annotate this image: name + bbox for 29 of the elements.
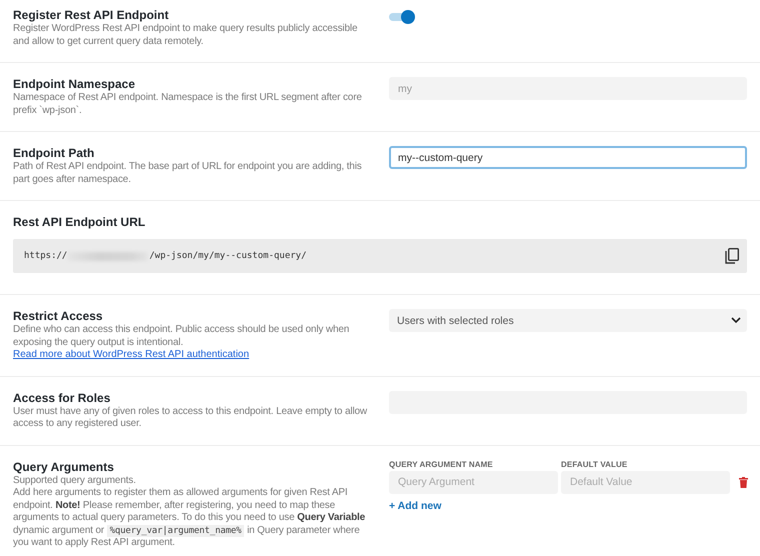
column-header: DEFAULT VALUE — [561, 460, 628, 468]
setting-title: Register Rest API Endpoint — [13, 8, 170, 23]
add-new-button[interactable]: + Add new — [389, 500, 442, 512]
setting-title: Endpoint Namespace — [13, 77, 136, 92]
toggle-switch[interactable] — [389, 10, 415, 24]
column-header: QUERY ARGUMENT NAME — [389, 460, 494, 468]
text-field[interactable]: Query Argument — [389, 470, 558, 494]
setting-description: Path of Rest API endpoint. The base part of URL for endpoint you are adding, this part goes after namespace. — [13, 161, 363, 186]
url-text: /wp-json/my/my--custom-query/ — [149, 251, 306, 261]
auth-link[interactable]: Read more about WordPress Rest API authentication — [13, 349, 250, 362]
setting-description: Register WordPress Rest API endpoint to make query results publicly accessible and allow to get current query data remotely. — [13, 23, 358, 48]
roles-dropdown[interactable]: Users with selected roles — [389, 309, 747, 332]
setting-title: Rest API Endpoint URL — [13, 215, 146, 230]
setting-description: Add here arguments to register them as allowed arguments for given Rest API endpoint. Note! Please remember, after registering, you need to map these arguments to actual query parameters. To do this you need to use Query Variable dynamic argument or %query_var|argument_name% in Query parameter where you want to apply Rest API argument. — [13, 487, 366, 550]
setting-title: Restrict Access — [13, 309, 104, 324]
setting-title: Query Arguments — [13, 460, 115, 474]
setting-title: Access for Roles — [13, 390, 112, 406]
setting-title: Endpoint Path — [13, 146, 96, 161]
trash-icon[interactable] — [738, 476, 748, 488]
setting-description: Supported query arguments. — [13, 474, 137, 487]
setting-description: Namespace of Rest API endpoint. Namespace is the first URL segment after core prefix `wp-json`. — [13, 92, 363, 117]
text-field[interactable]: my--custom-query — [389, 146, 747, 169]
url-text: https:// — [24, 251, 68, 261]
copy-icon[interactable] — [725, 248, 739, 264]
setting-description: User must have any of given roles to access to this endpoint. Leave empty to allow access to any registered user. — [13, 406, 368, 430]
text-field[interactable]: my — [389, 77, 747, 100]
chevron-down-icon — [731, 317, 741, 324]
setting-description: Define who can access this endpoint. Public access should be used only when exposing the query output is intentional. — [13, 324, 350, 349]
text-field[interactable]: Default Value — [561, 470, 730, 494]
